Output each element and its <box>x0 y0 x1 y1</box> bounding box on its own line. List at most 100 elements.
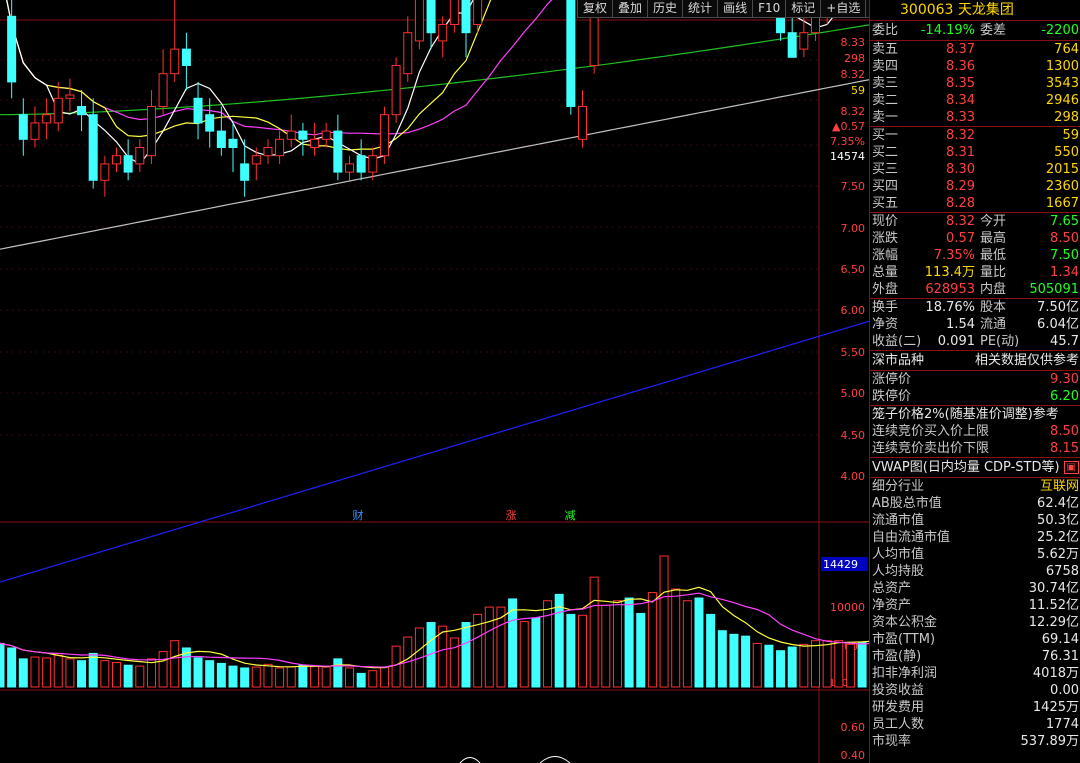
volume-bar <box>30 656 40 688</box>
candle-body[interactable] <box>391 65 401 116</box>
fund-value: 18.76% <box>925 300 975 315</box>
fund-value: 0.091 <box>937 334 975 349</box>
candle-body[interactable] <box>473 0 483 25</box>
toolbar-button-4[interactable]: 画线 <box>717 0 754 18</box>
candle-body[interactable] <box>263 147 273 157</box>
quote-label-2: 内盘 <box>980 282 1007 297</box>
price-info: 7.35% <box>830 135 865 148</box>
candle-body[interactable] <box>7 15 17 83</box>
candle-body[interactable] <box>77 106 87 116</box>
candle-body[interactable] <box>403 32 413 75</box>
candle-body[interactable] <box>345 163 354 173</box>
candle-body[interactable] <box>426 0 436 34</box>
quote-value: 0.57 <box>946 231 975 246</box>
candle-body[interactable] <box>251 155 261 165</box>
candle-body[interactable] <box>414 0 424 42</box>
price-info: 298 <box>844 52 865 65</box>
kline-chart[interactable]: 8.33 8.32 7.50 7.00 6.50 6.00 5.50 5.00 4.50 4.00… <box>0 0 869 763</box>
candle-body[interactable] <box>18 114 28 140</box>
candle-body[interactable] <box>42 114 52 124</box>
stat-value: 76.31 <box>1041 649 1079 664</box>
candle-body[interactable] <box>368 155 378 173</box>
candle-body[interactable] <box>135 147 145 165</box>
stat-value: 互联网 <box>1039 479 1079 494</box>
price-info: 59 <box>851 84 865 97</box>
bid-label: 买五 <box>872 196 899 211</box>
stat-value: 5.62万 <box>1037 547 1079 562</box>
toolbar-button-7[interactable]: +自选 <box>820 0 867 18</box>
event-marker[interactable]: 涨 <box>506 509 517 522</box>
candle-body[interactable] <box>100 163 110 181</box>
candle-body[interactable] <box>449 0 459 25</box>
volume-bar <box>42 657 52 688</box>
candle-body[interactable] <box>461 0 471 34</box>
volume-bar <box>706 613 716 688</box>
stock-code: 300063 <box>900 2 954 18</box>
candle-body[interactable] <box>321 130 331 140</box>
toolbar-button-5[interactable]: F10 <box>752 0 787 18</box>
candle-body[interactable] <box>799 32 809 50</box>
volume-bar <box>449 637 459 688</box>
volume-bar <box>216 662 226 688</box>
candle-body[interactable] <box>216 130 226 149</box>
toolbar-button-3[interactable]: 统计 <box>682 0 719 18</box>
fund-value-2: 6.04亿 <box>1037 317 1079 332</box>
toolbar-button-2[interactable]: 历史 <box>647 0 684 18</box>
candle-body[interactable] <box>205 114 215 132</box>
toolbar-button-0[interactable]: 复权 <box>577 0 614 18</box>
event-marker[interactable]: 减 <box>565 509 576 522</box>
stat-row: 人均持股 6758 <box>870 563 1080 580</box>
candle-body[interactable] <box>170 48 180 75</box>
candle-body[interactable] <box>88 114 98 181</box>
candle-body[interactable] <box>146 106 156 157</box>
toolbar-button-1[interactable]: 叠加 <box>612 0 649 18</box>
weicha-label: 委差 <box>980 23 1007 38</box>
candle-body[interactable] <box>356 155 366 173</box>
expand-icon[interactable]: ▣ <box>1063 461 1079 474</box>
price-tick: 8.33 <box>841 36 866 49</box>
candle-body[interactable] <box>566 0 576 107</box>
quote-label-2: 量比 <box>980 265 1007 280</box>
volume-bar <box>857 642 867 688</box>
fund-label: 收益(二) <box>872 334 922 349</box>
candle-body[interactable] <box>158 73 168 107</box>
candle-body[interactable] <box>193 97 203 124</box>
candle-body[interactable] <box>438 24 448 42</box>
ask-price: 8.36 <box>946 59 975 74</box>
stat-label: AB股总市值 <box>872 496 942 511</box>
vwap-row[interactable]: VWAP图(日内均量 CDP-STD等) ▣ <box>870 458 1080 478</box>
toolbar-button-6[interactable]: 标记 <box>785 0 822 18</box>
ma250-line <box>0 320 869 583</box>
candle-body[interactable] <box>275 138 285 157</box>
limit-row: 涨停价 9.30 <box>870 371 1080 388</box>
candle-body[interactable] <box>228 138 238 149</box>
candle-body[interactable] <box>65 94 75 99</box>
quote-row: 涨跌 0.57 最高 8.50 <box>870 230 1080 247</box>
candle-body[interactable] <box>578 106 587 140</box>
price-tick: 6.50 <box>841 263 866 276</box>
event-marker[interactable]: 财 <box>353 508 364 522</box>
candle-body[interactable] <box>53 97 63 124</box>
quote-panel: 300063 天龙集团 委比 -14.19% 委差 -2200 卖五 8.37 76… <box>869 0 1080 763</box>
candle-body[interactable] <box>333 130 343 173</box>
candle-body[interactable] <box>240 163 250 181</box>
ask-label: 卖四 <box>872 59 899 74</box>
candle-body[interactable] <box>310 138 320 149</box>
stat-value: 12.29亿 <box>1028 615 1079 630</box>
candle-body[interactable] <box>298 130 308 140</box>
volume-bar <box>263 663 273 688</box>
volume-bar <box>205 660 215 688</box>
candle-body[interactable] <box>286 130 296 140</box>
candle-body[interactable] <box>30 122 40 140</box>
bid-price: 8.28 <box>946 196 975 211</box>
stat-label: 资本公积金 <box>872 615 938 630</box>
stat-value: 537.89万 <box>1020 734 1080 749</box>
candle-body[interactable] <box>123 155 133 173</box>
stat-label: 人均市值 <box>872 547 925 562</box>
candle-body[interactable] <box>379 114 389 157</box>
volume-bar <box>566 613 576 688</box>
candle-body[interactable] <box>112 155 121 165</box>
volume-bar <box>589 576 599 688</box>
candle-body[interactable] <box>181 48 191 66</box>
candle-body[interactable] <box>787 32 797 58</box>
